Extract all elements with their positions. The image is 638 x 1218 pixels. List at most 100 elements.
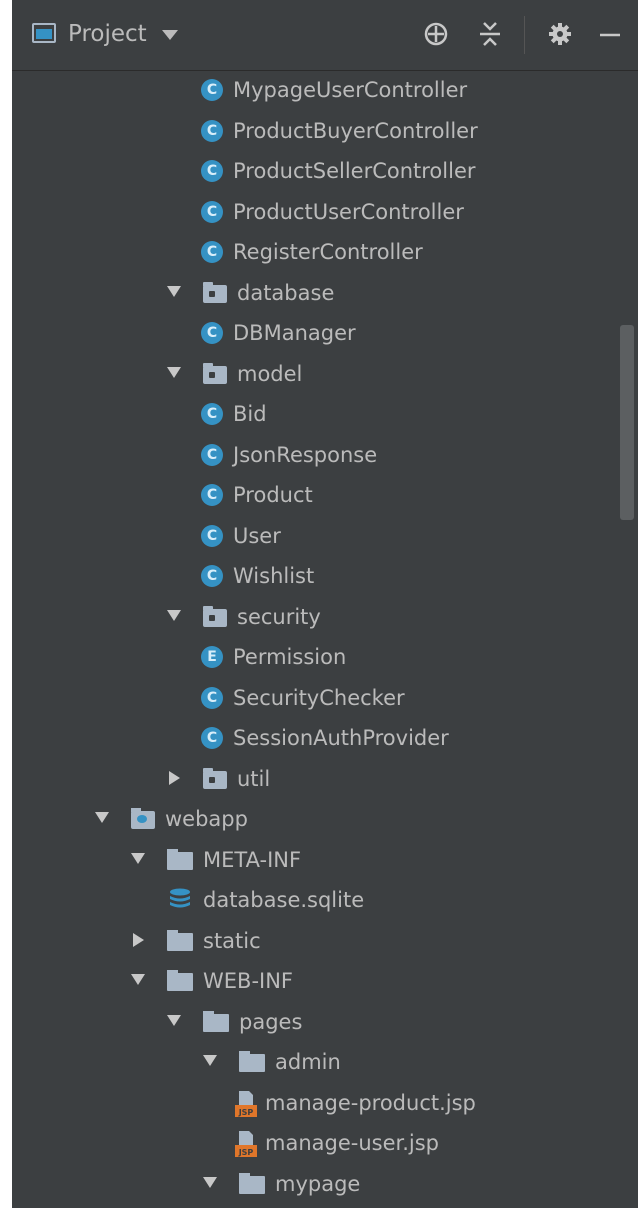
java-class-icon: C bbox=[201, 727, 223, 749]
expand-arrow-down-icon[interactable] bbox=[167, 1014, 181, 1026]
tree-row[interactable]: C User bbox=[12, 516, 638, 556]
folder-icon bbox=[239, 1172, 265, 1194]
java-class-icon: C bbox=[201, 119, 223, 142]
tree-item-label: SecurityChecker bbox=[233, 685, 405, 710]
tree-row[interactable]: C DBManager bbox=[12, 313, 638, 353]
window-border bbox=[0, 1208, 638, 1218]
tree-item-label: database bbox=[237, 280, 335, 305]
java-class-icon: C bbox=[201, 322, 223, 344]
package-folder-icon bbox=[203, 767, 227, 789]
tree-item-label: security bbox=[237, 604, 321, 629]
expand-arrow-down-icon[interactable] bbox=[167, 366, 181, 378]
expand-arrow-down-icon[interactable] bbox=[95, 812, 109, 823]
java-class-icon: C bbox=[201, 403, 223, 425]
header-separator bbox=[524, 16, 525, 54]
tree-item-label: pages bbox=[239, 1009, 303, 1034]
tree-item-label: static bbox=[203, 928, 261, 953]
database-icon bbox=[169, 888, 191, 912]
tree-row[interactable]: C SessionAuthProvider bbox=[12, 718, 638, 758]
tree-item-label: model bbox=[237, 361, 303, 386]
tree-row[interactable]: C Bid bbox=[12, 394, 638, 434]
tree-item-label: SessionAuthProvider bbox=[233, 726, 449, 750]
package-folder-icon bbox=[203, 362, 227, 384]
tree-row[interactable]: META-INF bbox=[12, 840, 638, 880]
tree-row[interactable]: pages bbox=[12, 1002, 638, 1042]
tree-item-label: Bid bbox=[233, 402, 267, 426]
tree-row[interactable]: C JsonResponse bbox=[12, 435, 638, 475]
package-folder-icon bbox=[203, 281, 227, 303]
tree-row[interactable]: C ProductSellerController bbox=[12, 151, 638, 191]
tree-row[interactable]: C RegisterController bbox=[12, 232, 638, 272]
settings-gear-icon[interactable] bbox=[544, 18, 576, 50]
java-class-icon: C bbox=[201, 565, 223, 587]
tree-row[interactable]: JSP manage-user.jsp bbox=[12, 1123, 638, 1163]
tree-row[interactable]: C SecurityChecker bbox=[12, 678, 638, 718]
tree-row[interactable]: mypage bbox=[12, 1164, 638, 1204]
java-class-icon: C bbox=[201, 200, 223, 223]
tree-item-label: JsonResponse bbox=[233, 442, 378, 467]
expand-arrow-down-icon[interactable] bbox=[131, 974, 145, 985]
tree-item-label: ProductBuyerController bbox=[233, 118, 478, 143]
tree-row[interactable]: C Product bbox=[12, 475, 638, 515]
tree-row[interactable]: model bbox=[12, 354, 638, 394]
java-class-icon: C bbox=[201, 241, 223, 263]
java-class-icon: C bbox=[201, 524, 223, 547]
tree-item-label: mypage bbox=[275, 1171, 361, 1196]
expand-arrow-down-icon[interactable] bbox=[203, 1055, 217, 1066]
java-class-icon: C bbox=[201, 443, 223, 466]
project-view-icon bbox=[32, 23, 56, 43]
project-tool-window: Project C MypageUserController C Product… bbox=[12, 0, 638, 1208]
tool-window-title[interactable]: Project bbox=[68, 18, 147, 50]
chevron-down-icon[interactable] bbox=[162, 30, 178, 40]
tree-row[interactable]: E Permission bbox=[12, 637, 638, 677]
tree-row[interactable]: C Wishlist bbox=[12, 556, 638, 596]
locate-icon[interactable] bbox=[420, 18, 452, 50]
expand-arrow-down-icon[interactable] bbox=[167, 609, 181, 621]
java-class-icon: C bbox=[201, 160, 223, 182]
tree-row[interactable]: util bbox=[12, 759, 638, 799]
expand-arrow-down-icon[interactable] bbox=[203, 1176, 217, 1188]
tree-row[interactable]: C ProductBuyerController bbox=[12, 111, 638, 151]
tree-item-label: META-INF bbox=[203, 847, 302, 872]
collapse-all-icon[interactable] bbox=[474, 18, 506, 50]
expand-arrow-right-icon[interactable] bbox=[133, 932, 144, 947]
tree-row[interactable]: admin bbox=[12, 1042, 638, 1082]
folder-icon bbox=[167, 929, 193, 951]
expand-arrow-down-icon[interactable] bbox=[131, 852, 145, 864]
tree-row[interactable]: static bbox=[12, 921, 638, 961]
tree-item-label: database.sqlite bbox=[203, 888, 365, 912]
tree-item-label: DBManager bbox=[233, 321, 356, 345]
java-class-icon: C bbox=[201, 686, 223, 709]
package-folder-icon bbox=[203, 605, 227, 627]
folder-icon bbox=[239, 1051, 265, 1072]
svg-text:JSP: JSP bbox=[238, 1148, 254, 1157]
tree-row[interactable]: C MypageUserController bbox=[12, 70, 638, 110]
folder-icon bbox=[203, 1010, 229, 1032]
tree-item-label: ProductSellerController bbox=[233, 159, 476, 183]
expand-arrow-right-icon[interactable] bbox=[169, 770, 180, 785]
tree-item-label: util bbox=[237, 766, 271, 791]
svg-text:JSP: JSP bbox=[238, 1108, 254, 1117]
tree-item-label: MypageUserController bbox=[233, 78, 468, 102]
tree-row[interactable]: database bbox=[12, 273, 638, 313]
tree-item-label: admin bbox=[275, 1050, 341, 1074]
tree-row[interactable]: security bbox=[12, 597, 638, 637]
tree-item-label: Permission bbox=[233, 645, 347, 669]
tree-row[interactable]: webapp bbox=[12, 799, 638, 839]
tree-item-label: ProductUserController bbox=[233, 199, 464, 224]
tree-item-label: Product bbox=[233, 483, 313, 507]
tree-row[interactable]: C ProductUserController bbox=[12, 192, 638, 232]
tree-row[interactable]: WEB-INF bbox=[12, 961, 638, 1001]
folder-icon bbox=[167, 848, 193, 870]
tree-row[interactable]: database.sqlite bbox=[12, 880, 638, 920]
tree-row[interactable]: JSP manage-product.jsp bbox=[12, 1083, 638, 1123]
tree-item-label: User bbox=[233, 523, 281, 548]
tree-item-label: manage-product.jsp bbox=[265, 1090, 476, 1115]
java-class-icon: C bbox=[201, 484, 223, 506]
tree-item-label: webapp bbox=[165, 807, 248, 831]
vertical-scrollbar[interactable] bbox=[620, 325, 634, 520]
folder-icon bbox=[167, 970, 193, 991]
jsp-file-icon: JSP bbox=[233, 1129, 259, 1159]
minimize-icon[interactable] bbox=[594, 18, 626, 50]
expand-arrow-down-icon[interactable] bbox=[167, 285, 181, 297]
